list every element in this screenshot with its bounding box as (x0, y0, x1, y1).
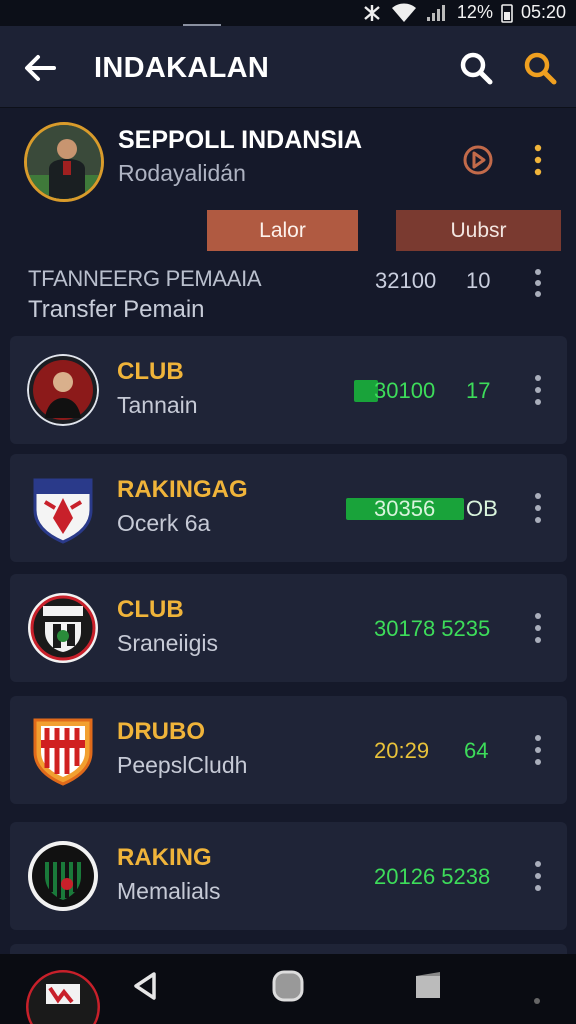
nav-home-button[interactable] (270, 968, 306, 1004)
battery-icon (501, 3, 513, 23)
search-button[interactable] (456, 48, 496, 88)
row-count: OB (466, 496, 498, 521)
search-icon (524, 52, 557, 85)
triangle-back-icon (134, 972, 156, 1000)
share-button[interactable] (460, 142, 496, 178)
club-logo (27, 354, 99, 426)
battery-percent: 12% (456, 2, 493, 22)
list-item[interactable]: CLUB Tannain 30100 17 (10, 336, 567, 444)
list-item[interactable]: RAKING Memalials 20126 5238 (10, 822, 567, 930)
row-value: 30100 (374, 378, 436, 403)
row-title: CLUB (117, 358, 184, 385)
section-title: TFANNEERG PEMAAIA (28, 266, 262, 291)
search-button-accent[interactable] (520, 48, 560, 88)
row-value: 20126 5238 (374, 864, 491, 889)
row-more-button[interactable] (528, 490, 548, 526)
status-icons: 12% 05:20 (361, 2, 566, 23)
list-item[interactable]: CLUB Sraneiigis 30178 5235 (10, 574, 567, 682)
row-subtitle: PeepslCludh (117, 752, 248, 778)
row-title: RAKINGAG (117, 476, 248, 503)
profile-action-left-button[interactable]: Lalor (207, 210, 358, 251)
list-item[interactable]: DRUBO PeepslCludh 20:29 64 (10, 696, 567, 804)
row-subtitle: Sraneiigis (117, 630, 218, 656)
share-icon (463, 145, 493, 175)
row-more-button[interactable] (528, 858, 548, 894)
row-subtitle: Memalials (117, 878, 221, 904)
club-logo (27, 592, 99, 664)
status-bar: 12% 05:20 (0, 0, 576, 26)
nav-recents-button[interactable] (410, 968, 446, 1004)
signal-icon (364, 4, 380, 21)
recents-icon (416, 972, 440, 998)
player-photo (27, 125, 101, 199)
row-count: 17 (466, 378, 491, 403)
row-count: 64 (464, 738, 489, 763)
row-value: 30178 5235 (374, 616, 491, 641)
wifi-icon (391, 3, 416, 22)
row-more-button[interactable] (528, 372, 548, 408)
arrow-left-icon (25, 55, 56, 81)
more-vert-icon (535, 269, 541, 297)
row-title: RAKING (117, 844, 212, 871)
section-count: 10 (466, 268, 491, 293)
club-logo (27, 714, 99, 786)
more-vert-icon (535, 375, 541, 405)
app-bar: INDAKALAN (0, 26, 576, 108)
more-options-button[interactable] (528, 142, 548, 178)
avatar[interactable] (24, 122, 104, 202)
system-nav-bar (0, 954, 576, 1024)
row-more-button[interactable] (528, 732, 548, 768)
row-title: DRUBO (117, 718, 205, 745)
search-icon (460, 52, 493, 85)
clock: 05:20 (520, 2, 566, 22)
page-title: INDAKALAN (94, 52, 270, 84)
section-value: 32100 (375, 268, 437, 293)
back-button[interactable] (20, 48, 60, 88)
profile-action-right-button[interactable]: Uubsr (396, 210, 561, 251)
section-more-button[interactable] (528, 266, 548, 300)
club-logo (27, 840, 99, 912)
cell-signal-icon (426, 4, 445, 21)
row-value: 20:29 (374, 738, 430, 763)
row-value: 30356 (374, 496, 436, 521)
nav-indicator-dot (534, 998, 540, 1004)
more-vert-icon (535, 493, 541, 523)
row-more-button[interactable] (528, 610, 548, 646)
section-subtitle: Transfer Pemain (28, 296, 205, 323)
club-logo (27, 472, 99, 544)
more-vert-icon (535, 613, 541, 643)
row-subtitle: Ocerk 6a (117, 510, 211, 536)
profile-name: SEPPOLL INDANSIA (118, 126, 363, 154)
club-logo[interactable] (26, 970, 100, 1024)
list-item[interactable]: RAKINGAG Ocerk 6a 30356 OB (10, 454, 567, 562)
more-vert-icon (535, 861, 541, 891)
row-title: CLUB (117, 596, 184, 623)
home-circle-icon (272, 970, 304, 1002)
more-vert-icon (534, 144, 542, 176)
more-vert-icon (535, 735, 541, 765)
row-subtitle: Tannain (117, 392, 198, 418)
profile-subtitle: Rodayalidán (118, 160, 246, 186)
profile-card: SEPPOLL INDANSIA Rodayalidán Lalor Uubsr (0, 108, 576, 252)
section-header: TFANNEERG PEMAAIA Transfer Pemain 32100 … (0, 256, 576, 332)
nav-back-button[interactable] (128, 968, 164, 1004)
